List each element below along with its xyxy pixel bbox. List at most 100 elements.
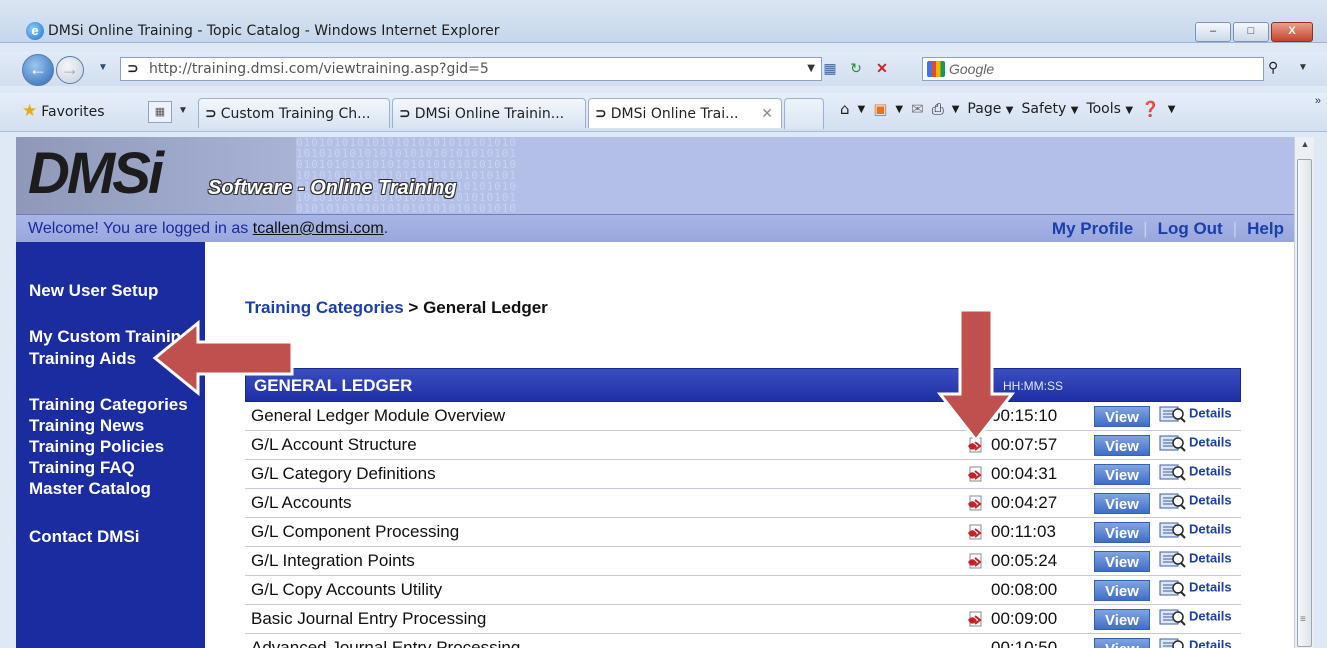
pdf-icon[interactable]	[967, 524, 983, 540]
safety-menu[interactable]: Safety ▼	[1021, 101, 1078, 117]
dmsi-page-icon: ⊃	[595, 106, 607, 122]
lesson-title: G/L Copy Accounts Utility	[251, 580, 443, 599]
header-binary-pattern: 01010101010101010101010101010 10101010101…	[296, 137, 518, 214]
history-dropdown-icon[interactable]: ▼	[98, 62, 108, 73]
close-window-button[interactable]: X	[1271, 22, 1313, 42]
quick-tabs-icon[interactable]: ▦	[148, 101, 172, 123]
back-button[interactable]: ←	[22, 54, 54, 86]
view-button[interactable]: View	[1094, 522, 1150, 543]
user-email-link[interactable]: tcallen@dmsi.com	[253, 220, 384, 237]
new-tab-button[interactable]	[784, 98, 824, 129]
ie-logo-icon: e	[26, 22, 44, 40]
dmsi-page-icon: ⊃	[399, 106, 411, 122]
breadcrumb: Training Categories > General Ledger	[245, 298, 548, 318]
tools-menu[interactable]: Tools ▼	[1086, 101, 1133, 117]
address-bar-row: ← → ▼ ⊃ http://training.dmsi.com/viewtrai…	[0, 52, 1327, 86]
pdf-icon[interactable]	[967, 611, 983, 627]
my-profile-link[interactable]: My Profile	[1052, 219, 1133, 238]
welcome-text: Welcome! You are logged in as	[28, 220, 253, 237]
feeds-dropdown-icon[interactable]: ▼	[895, 104, 903, 115]
url-field[interactable]: ⊃ http://training.dmsi.com/viewtraining.a…	[120, 57, 822, 81]
log-out-link[interactable]: Log Out	[1158, 219, 1223, 238]
link-divider: |	[1232, 219, 1238, 238]
details-link[interactable]: Details	[1159, 579, 1232, 597]
view-button[interactable]: View	[1094, 435, 1150, 456]
details-link[interactable]: Details	[1159, 434, 1232, 452]
view-button[interactable]: View	[1094, 609, 1150, 630]
favorites-button[interactable]: ★ Favorites	[22, 101, 105, 121]
scrollbar-thumb[interactable]	[1297, 159, 1312, 647]
search-placeholder: Google	[949, 61, 995, 77]
url-dropdown-icon[interactable]: ▼	[807, 58, 815, 80]
breadcrumb-separator: >	[403, 298, 424, 317]
tab-custom-training[interactable]: ⊃ Custom Training Ch...	[198, 98, 390, 128]
tab-list-dropdown-icon[interactable]: ▼	[178, 105, 188, 116]
mail-icon[interactable]: ✉	[911, 100, 924, 118]
view-button[interactable]: View	[1094, 406, 1150, 427]
sidebar-item-training-aids[interactable]: Training Aids	[29, 348, 136, 369]
forward-button[interactable]: →	[56, 56, 84, 84]
view-button[interactable]: View	[1094, 464, 1150, 485]
sidebar-item-training-news[interactable]: Training News	[29, 415, 144, 436]
site-header: 01010101010101010101010101010 10101010101…	[16, 137, 1294, 214]
close-tab-icon[interactable]: ✕	[761, 99, 773, 128]
pdf-icon[interactable]	[967, 553, 983, 569]
details-link[interactable]: Details	[1159, 608, 1232, 626]
home-icon[interactable]: ⌂	[840, 100, 850, 118]
help-dropdown-icon[interactable]: ▼	[1168, 104, 1176, 115]
details-link[interactable]: Details	[1159, 405, 1232, 423]
sidebar-item-training-faq[interactable]: Training FAQ	[29, 457, 135, 478]
help-icon[interactable]: ❓	[1141, 100, 1160, 118]
print-dropdown-icon[interactable]: ▼	[952, 104, 960, 115]
breadcrumb-training-categories-link[interactable]: Training Categories	[245, 298, 404, 317]
favorites-star-icon: ★	[22, 101, 38, 121]
vertical-scrollbar[interactable]: ▲ ≡	[1294, 137, 1315, 648]
maximize-button[interactable]: □	[1233, 22, 1269, 42]
sidebar-item-training-policies[interactable]: Training Policies	[29, 436, 164, 457]
tools-menu-label: Tools	[1086, 101, 1121, 117]
welcome-period: .	[383, 220, 389, 237]
annotation-arrow-down-icon	[936, 308, 1016, 443]
details-magnifier-icon	[1159, 493, 1186, 510]
details-magnifier-icon	[1159, 580, 1186, 597]
pdf-icon[interactable]	[967, 466, 983, 482]
tab-dmsi-online-training-active[interactable]: ⊃ DMSi Online Trai... ✕	[588, 98, 782, 128]
tab-dmsi-online-training-1[interactable]: ⊃ DMSi Online Trainin...	[392, 98, 586, 128]
search-icon[interactable]: ⚲	[1268, 59, 1278, 76]
view-button[interactable]: View	[1094, 551, 1150, 572]
favorites-label: Favorites	[41, 104, 105, 120]
view-button[interactable]: View	[1094, 638, 1150, 648]
view-button[interactable]: View	[1094, 580, 1150, 601]
details-link[interactable]: Details	[1159, 492, 1232, 510]
help-link[interactable]: Help	[1247, 219, 1284, 238]
sidebar-item-master-catalog[interactable]: Master Catalog	[29, 478, 151, 499]
chevron-more-icon[interactable]: »	[1315, 95, 1321, 107]
minimize-button[interactable]: –	[1195, 22, 1231, 42]
sidebar-item-contact-dmsi[interactable]: Contact DMSi	[29, 526, 140, 547]
table-row: Advanced Journal Entry Processing 00:10:5…	[245, 634, 1241, 648]
details-label: Details	[1189, 550, 1232, 566]
page-menu[interactable]: Page ▼	[967, 101, 1013, 117]
home-dropdown-icon[interactable]: ▼	[858, 104, 866, 115]
scroll-up-icon[interactable]: ▲	[1295, 139, 1315, 149]
pdf-icon[interactable]	[967, 495, 983, 511]
refresh-icon[interactable]: ↻	[846, 58, 866, 78]
view-button[interactable]: View	[1094, 493, 1150, 514]
print-icon[interactable]: ⎙	[932, 100, 944, 118]
search-input[interactable]: Google	[922, 57, 1264, 81]
compatibility-view-icon[interactable]: ▦	[820, 58, 840, 78]
details-link[interactable]: Details	[1159, 550, 1232, 568]
details-link[interactable]: Details	[1159, 521, 1232, 539]
feeds-icon[interactable]: ▣	[873, 100, 887, 118]
details-link[interactable]: Details	[1159, 637, 1232, 648]
search-options-dropdown-icon[interactable]: ▼	[1298, 62, 1308, 73]
stop-icon[interactable]: ✕	[872, 58, 892, 78]
lesson-title: Basic Journal Entry Processing	[251, 609, 487, 628]
window-titlebar: e DMSi Online Training - Topic Catalog -…	[0, 0, 1327, 43]
link-divider: |	[1143, 219, 1148, 238]
main-content: Training Categories > General Ledger GEN…	[205, 242, 1294, 648]
details-link[interactable]: Details	[1159, 463, 1232, 481]
sidebar-item-new-user-setup[interactable]: New User Setup	[29, 280, 158, 301]
table-row: G/L Copy Accounts Utility 00:08:00 View Det…	[245, 576, 1241, 605]
google-logo-icon	[927, 61, 945, 77]
